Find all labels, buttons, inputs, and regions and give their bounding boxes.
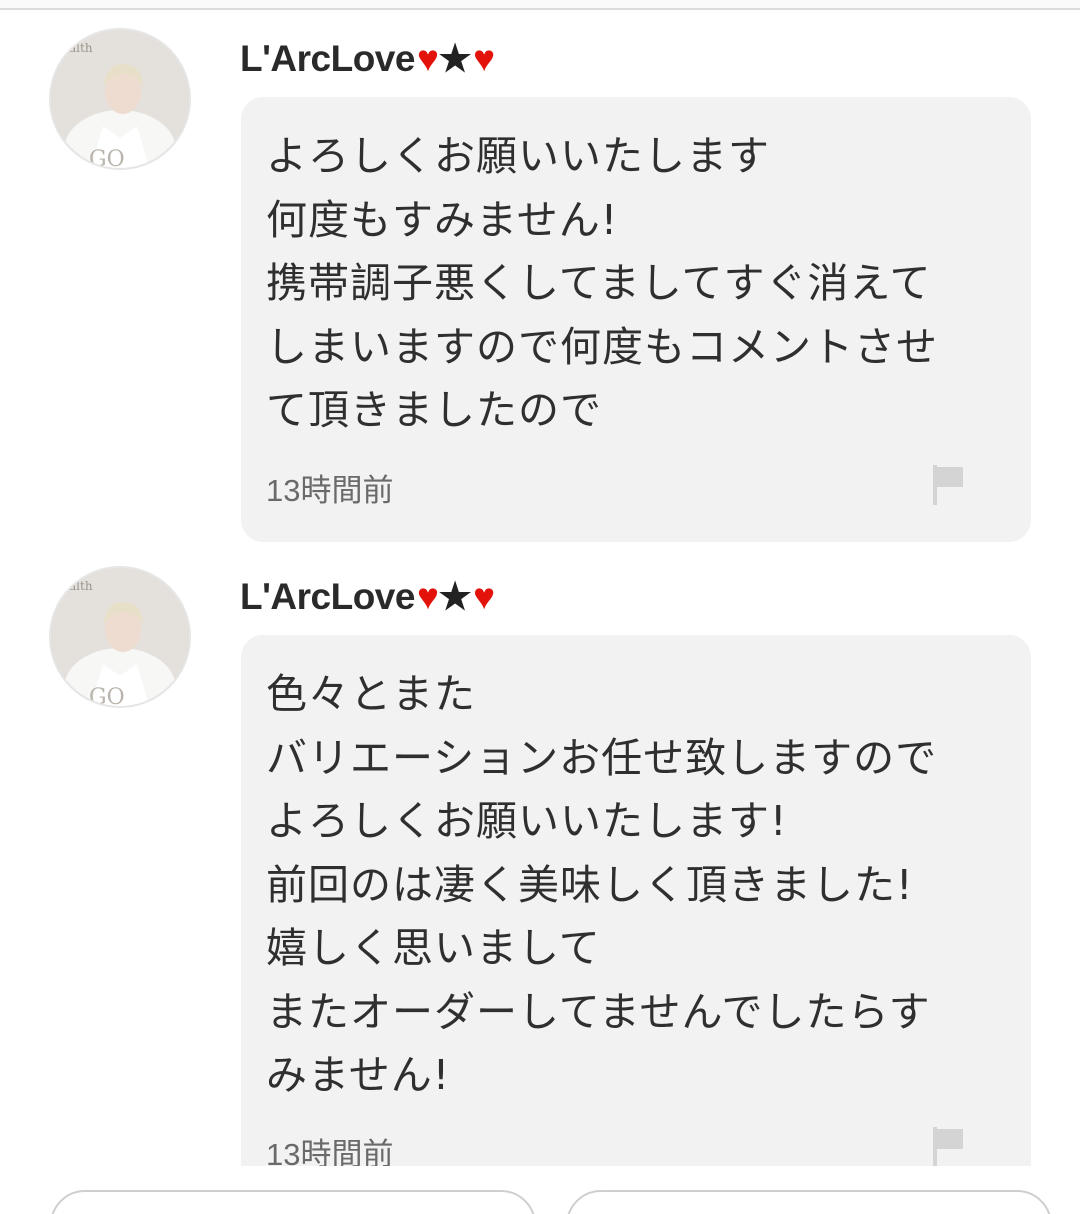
- message-line: よろしくお願いいたします: [266, 132, 770, 180]
- message-line: よろしくお願いいたします!: [266, 797, 788, 845]
- message-line: て頂きましたので: [266, 386, 602, 434]
- comment-timestamp: 13時間前: [266, 473, 394, 508]
- username[interactable]: L'ArcLove♥★♥: [240, 578, 495, 615]
- user-avatar[interactable]: alth GO: [49, 566, 191, 708]
- svg-text:alth: alth: [69, 41, 93, 55]
- avatar-photo-icon: alth GO: [51, 30, 189, 168]
- heart-icon: ♥: [416, 576, 439, 617]
- message-line: またオーダーしてませんでしたらす: [266, 987, 931, 1036]
- message-line: しまいますので何度もコメントさせ: [266, 322, 938, 371]
- message-line: 色々とまた: [266, 670, 476, 718]
- message-line: 嬉しく思いまして: [266, 924, 601, 972]
- heart-icon: ♥: [473, 576, 495, 617]
- star-icon: ★: [438, 38, 472, 79]
- comment-bubble: よろしくお願いいたします 何度もすみません! 携帯調子悪くしてましてすぐ消えて …: [241, 97, 1031, 542]
- star-icon: ★: [438, 576, 472, 617]
- heart-icon: ♥: [416, 38, 439, 79]
- comment-thread: alth GO L'ArcLove♥★♥ よろしくお願いいたします 何度もすみま…: [0, 0, 1080, 1214]
- bottom-action-button[interactable]: [566, 1190, 1052, 1214]
- message-line: バリエーションお任せ致しますので: [266, 733, 938, 782]
- username[interactable]: L'ArcLove♥★♥: [240, 40, 495, 77]
- svg-text:GO: GO: [89, 685, 125, 706]
- top-divider: [0, 0, 1080, 10]
- message-line: 前回のは凄く美味しく頂きました!: [266, 860, 914, 909]
- flag-icon[interactable]: [929, 463, 969, 507]
- bottom-action-button[interactable]: [50, 1190, 536, 1214]
- username-text: L'ArcLove: [240, 38, 415, 79]
- comment-bubble: 色々とまた バリエーションお任せ致しますので よろしくお願いいたします! 前回の…: [241, 635, 1031, 1195]
- message-line: 何度もすみません!: [266, 195, 619, 244]
- message-line: みません!: [266, 1051, 451, 1099]
- username-text: L'ArcLove: [240, 576, 415, 617]
- message-line: 携帯調子悪くしてましてすぐ消えて: [266, 259, 932, 307]
- avatar-photo-icon: alth GO: [51, 568, 189, 706]
- user-avatar[interactable]: alth GO: [49, 28, 191, 170]
- svg-text:GO: GO: [89, 147, 125, 168]
- heart-icon: ♥: [473, 38, 495, 79]
- flag-icon[interactable]: [929, 1125, 969, 1169]
- svg-text:alth: alth: [69, 579, 93, 593]
